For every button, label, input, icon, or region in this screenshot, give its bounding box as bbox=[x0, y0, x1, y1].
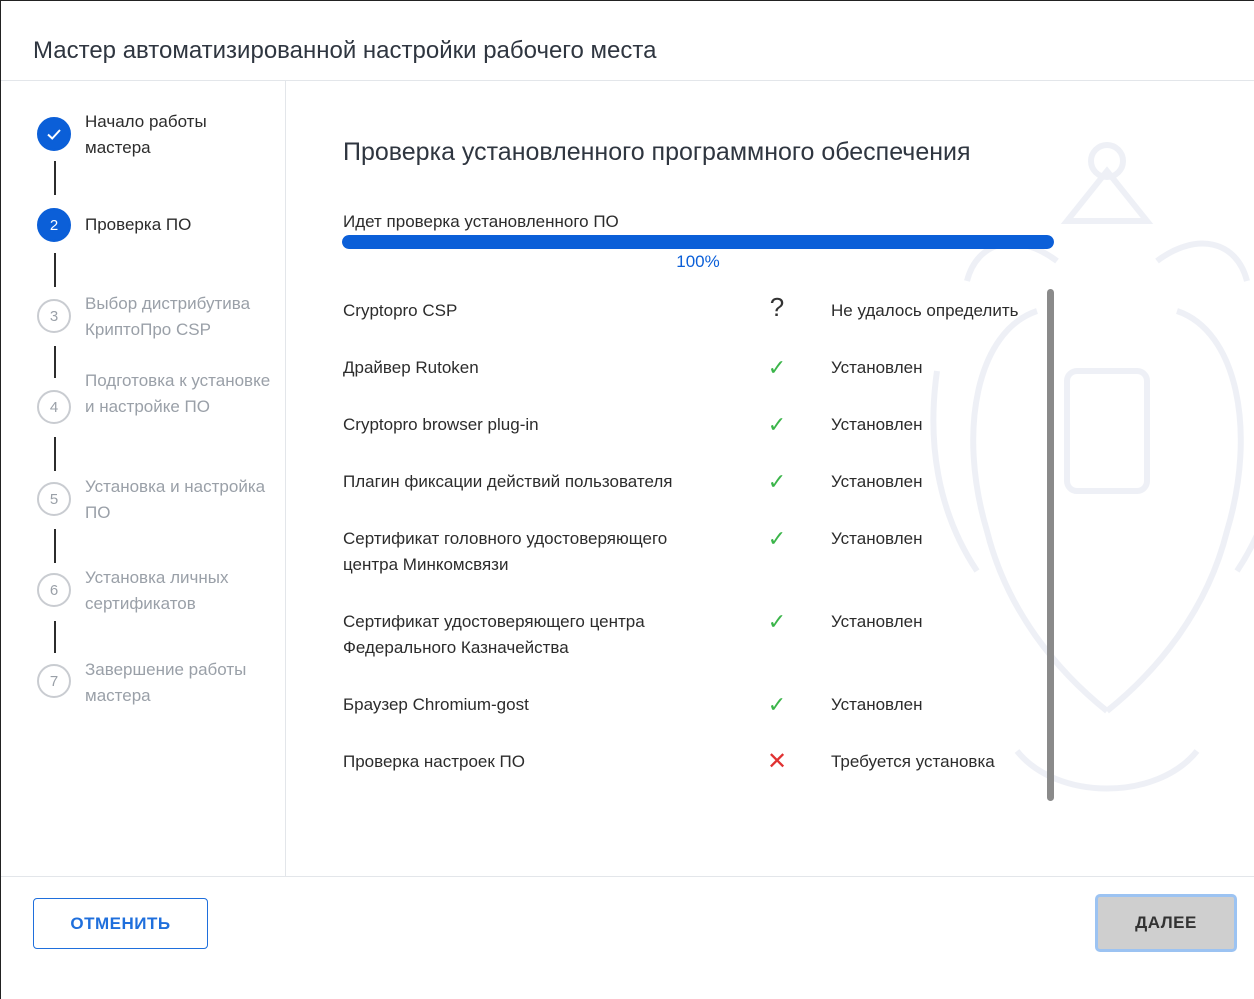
item-name: Плагин фиксации действий пользователя bbox=[343, 472, 673, 491]
wizard-window: Мастер автоматизированной настройки рабо… bbox=[0, 0, 1254, 999]
step-label: Проверка ПО bbox=[85, 215, 192, 234]
check-icon: ✓ bbox=[767, 609, 787, 634]
step-number: 3 bbox=[37, 299, 71, 333]
item-status: Установлен bbox=[831, 472, 923, 491]
step-connector bbox=[54, 529, 56, 563]
step-label: Подготовка к установке и настройке ПО bbox=[85, 371, 271, 416]
step-label: Установка и настройка ПО bbox=[85, 477, 266, 522]
steps-sidebar: Начало работы мастера 2 Проверка ПО 3 Вы… bbox=[1, 81, 286, 876]
check-icon: ✓ bbox=[767, 469, 787, 494]
item-status: Установлен bbox=[831, 415, 923, 434]
cancel-button[interactable]: ОТМЕНИТЬ bbox=[33, 898, 208, 949]
check-icon: ✓ bbox=[767, 692, 787, 717]
step-number: 7 bbox=[37, 664, 71, 698]
item-name: Драйвер Rutoken bbox=[343, 358, 479, 377]
progress-fill bbox=[342, 235, 1054, 249]
check-icon bbox=[37, 117, 71, 151]
check-icon: ✓ bbox=[767, 412, 787, 437]
step-label: Выбор дистрибутива КриптоПро CSP bbox=[85, 294, 251, 339]
item-status: Установлен bbox=[831, 612, 923, 631]
progress-percent: 100% bbox=[676, 252, 720, 271]
page-title: Проверка установленного программного обе… bbox=[343, 138, 971, 166]
step-connector bbox=[54, 437, 56, 471]
item-status: Не удалось определить bbox=[831, 301, 1019, 320]
step-connector bbox=[54, 253, 56, 287]
title-bar: Мастер автоматизированной настройки рабо… bbox=[1, 1, 1254, 81]
item-status: Требуется установка bbox=[831, 752, 995, 771]
window-title: Мастер автоматизированной настройки рабо… bbox=[33, 37, 657, 64]
step-connector bbox=[54, 346, 56, 378]
progress-label: Идет проверка установленного ПО bbox=[343, 212, 619, 231]
step-number: 5 bbox=[37, 482, 71, 516]
step-label: Завершение работы мастера bbox=[85, 660, 247, 705]
item-name: Cryptopro CSP bbox=[343, 301, 458, 320]
progress-bar bbox=[342, 235, 1054, 249]
cross-icon: ✕ bbox=[766, 748, 788, 775]
item-name: Браузер Chromium-gost bbox=[343, 695, 529, 714]
item-name: Проверка настроек ПО bbox=[343, 752, 525, 771]
step-number: 4 bbox=[37, 390, 71, 424]
step-connector bbox=[54, 621, 56, 653]
item-status: Установлен bbox=[831, 695, 923, 714]
question-icon: ? bbox=[769, 292, 785, 322]
footer: ОТМЕНИТЬ ДАЛЕЕ bbox=[1, 876, 1254, 999]
check-icon: ✓ bbox=[767, 526, 787, 551]
main-panel: Проверка установленного программного обе… bbox=[287, 81, 1254, 876]
step-number: 2 bbox=[37, 208, 71, 242]
next-button[interactable]: ДАЛЕЕ bbox=[1095, 894, 1237, 952]
step-label: Установка личных сертификатов bbox=[85, 568, 229, 613]
item-status: Установлен bbox=[831, 358, 923, 377]
item-name: Сертификат удостоверяющего центра Федера… bbox=[343, 612, 645, 657]
step-number: 6 bbox=[37, 573, 71, 607]
item-name: Сертификат головного удостоверяющего цен… bbox=[343, 529, 668, 574]
check-icon: ✓ bbox=[767, 355, 787, 380]
step-label: Начало работы мастера bbox=[85, 112, 207, 157]
step-connector bbox=[54, 161, 56, 195]
item-status: Установлен bbox=[831, 529, 923, 548]
list-scrollbar[interactable] bbox=[1047, 289, 1054, 801]
item-name: Cryptopro browser plug-in bbox=[343, 415, 539, 434]
software-check-list: Cryptopro CSP ? Не удалось определить Др… bbox=[343, 286, 1063, 806]
